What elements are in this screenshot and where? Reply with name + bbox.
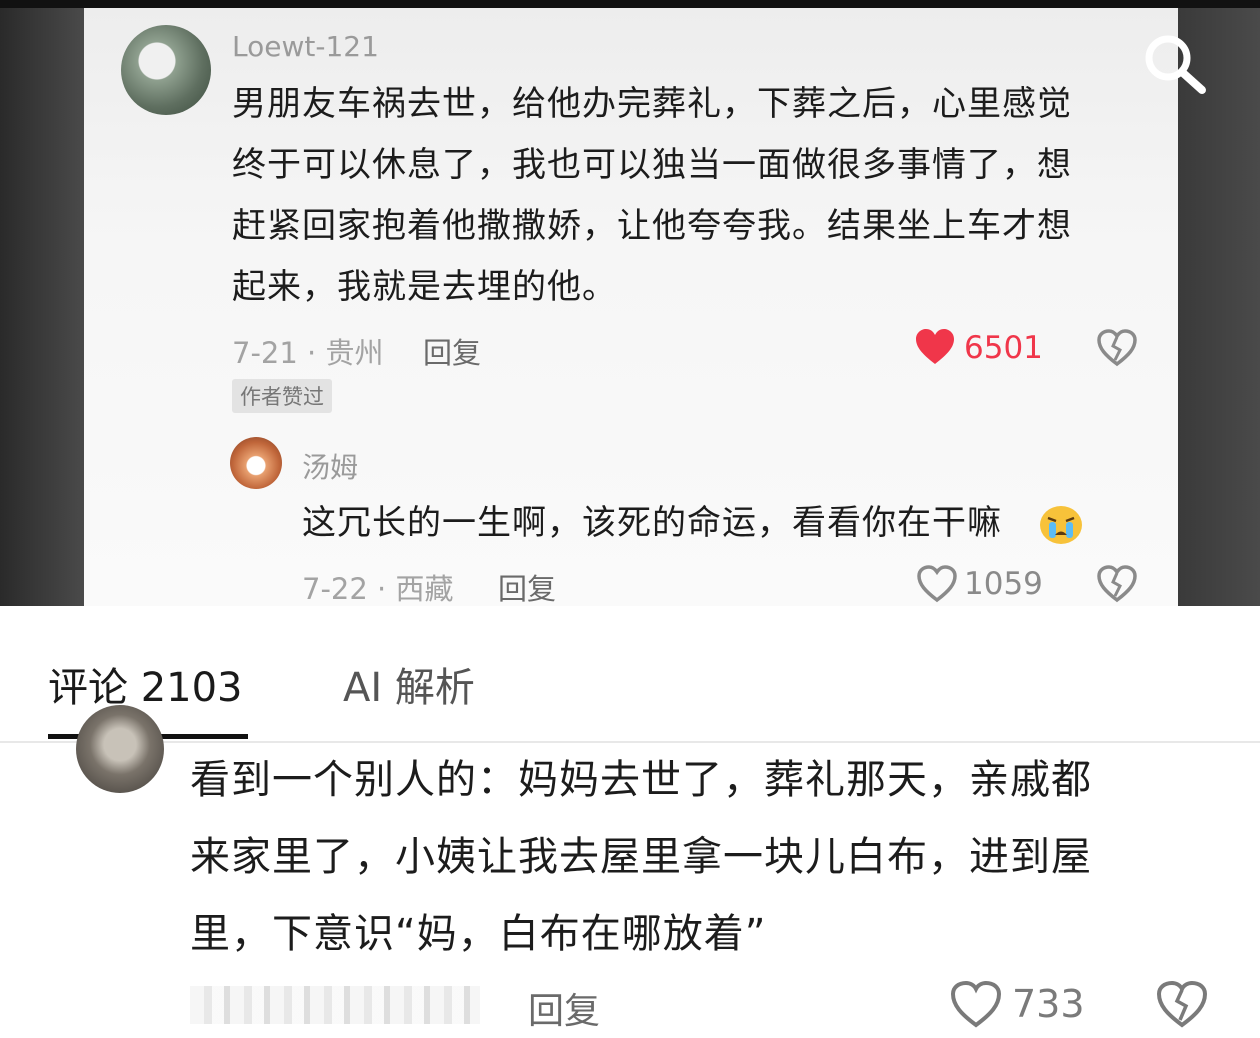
reply-date-location: 7-22 · 西藏 — [302, 572, 454, 606]
dislike-icon[interactable] — [1156, 980, 1208, 1028]
like-count: 1059 — [964, 566, 1043, 602]
reply-button[interactable]: 回复 — [423, 330, 481, 372]
comment-text: 男朋友车祸去世，给他办完葬礼，下葬之后，心里感觉 终于可以休息了，我也可以独当一… — [232, 74, 1122, 318]
heart-outline-icon[interactable] — [950, 980, 1002, 1028]
comment-username[interactable]: Loewt-121 — [232, 30, 379, 63]
like-count: 733 — [1012, 982, 1085, 1026]
reply-text-content: 这冗长的一生啊，该死的命运，看看你在干嘛 — [302, 503, 1002, 543]
reply-text: 这冗长的一生啊，该死的命运，看看你在干嘛 — [302, 493, 1062, 554]
comment-date-location: 7-21 · 贵州 — [232, 336, 384, 370]
author-liked-badge: 作者赞过 — [232, 379, 332, 413]
comment-text: 看到一个别人的：妈妈去世了，葬礼那天，亲戚都 来家里了，小姨让我去屋里拿一块儿白… — [190, 742, 1230, 973]
search-icon[interactable] — [1140, 30, 1210, 96]
like-count: 6501 — [964, 330, 1043, 366]
comment-text-line: 起来，我就是去埋的他。 — [232, 267, 617, 307]
reply-button[interactable]: 回复 — [528, 982, 600, 1034]
heart-outline-icon[interactable] — [916, 565, 958, 603]
crying-face-icon — [1040, 506, 1082, 544]
tab-ai-analysis[interactable]: AI 解析 — [343, 655, 475, 713]
reply-button[interactable]: 回复 — [498, 566, 556, 608]
blurred-meta — [190, 986, 480, 1024]
dislike-icon[interactable] — [1096, 565, 1138, 603]
avatar[interactable] — [121, 25, 211, 115]
reply-username[interactable]: 汤姆 — [302, 446, 358, 486]
comment-text-line: 里，下意识“妈，白布在哪放着” — [190, 911, 767, 957]
comment-text-line: 终于可以休息了，我也可以独当一面做很多事情了，想 — [232, 145, 1072, 185]
heart-filled-icon[interactable] — [914, 328, 956, 366]
comment-text-line: 男朋友车祸去世，给他办完葬礼，下葬之后，心里感觉 — [232, 84, 1072, 124]
comment-text-line: 赶紧回家抱着他撒撒娇，让他夸夸我。结果坐上车才想 — [232, 206, 1072, 246]
comment-text-line: 看到一个别人的：妈妈去世了，葬礼那天，亲戚都 — [190, 757, 1092, 803]
dislike-icon[interactable] — [1096, 329, 1138, 367]
comment-text-line: 来家里了，小姨让我去屋里拿一块儿白布，进到屋 — [190, 834, 1092, 880]
tab-comments[interactable]: 评论 2103 — [48, 655, 243, 713]
avatar[interactable] — [230, 437, 282, 489]
avatar[interactable] — [76, 705, 164, 793]
